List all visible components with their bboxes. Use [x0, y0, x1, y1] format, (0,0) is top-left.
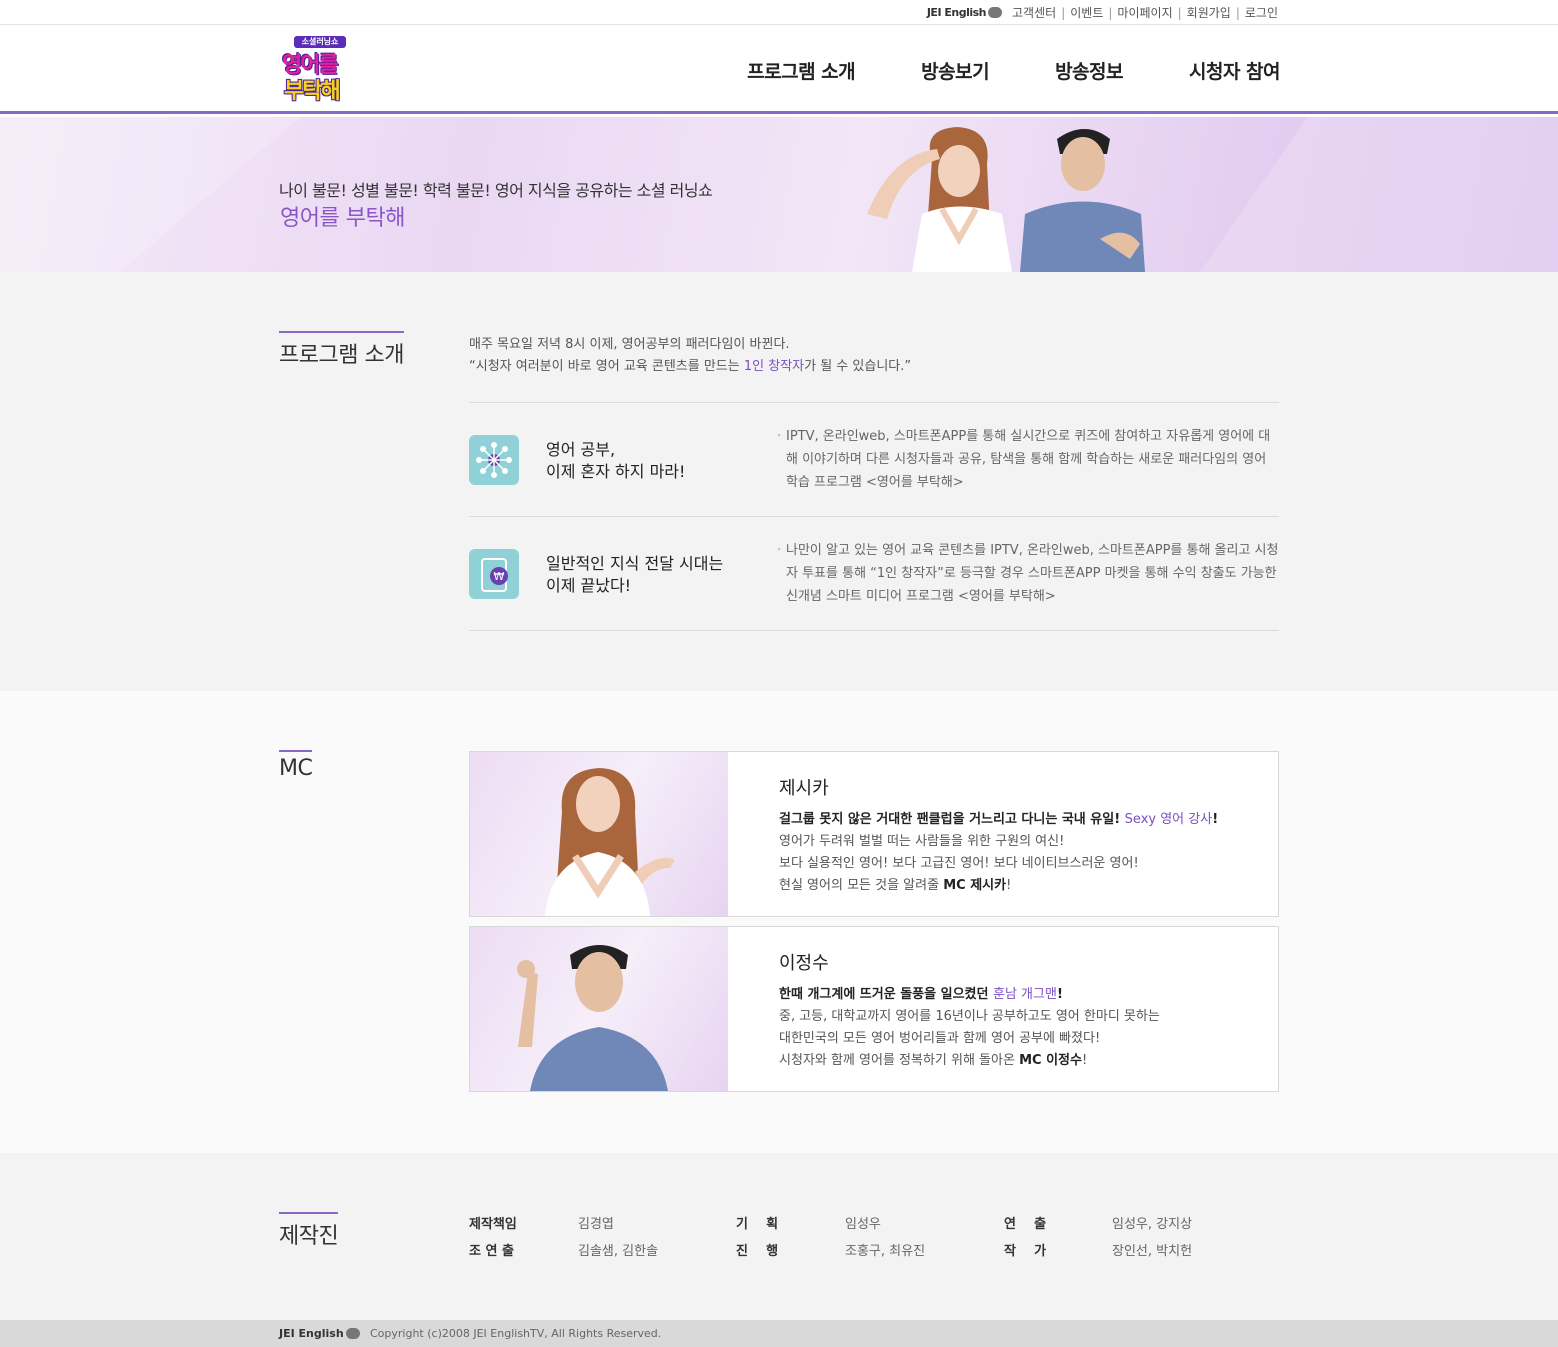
- tablet-won-icon: ₩: [469, 549, 519, 599]
- program-intro-section: 프로그램 소개 매주 목요일 저녁 8시 이제, 영어공부의 패러다임이 바뀐다…: [0, 272, 1558, 691]
- mc-photo-leejungsu: [470, 927, 728, 1091]
- feature-title-2-line1: 일반적인 지식 전달 시대는: [546, 554, 724, 573]
- footer-logo: JEI English: [279, 1327, 360, 1340]
- intro-line2: “시청자 여러분이 바로 영어 교육 콘텐츠를 만드는 1인 창작자가 될 수 …: [469, 355, 911, 374]
- staff-role: 제작책임: [469, 1217, 517, 1232]
- mc-card-leejungsu: 이정수 한때 개그계에 뜨거운 돌풍을 일으켰던 훈남 개그맨! 중, 고등, …: [469, 926, 1279, 1092]
- mc-jessica-line4-post: !: [1006, 878, 1012, 893]
- feature-title-2-line2: 이제 끝났다!: [546, 576, 632, 595]
- mc-jessica-line1: 걸그룹 못지 않은 거대한 팬클럽을 거느리고 다니는 국내 유일! Sexy …: [779, 808, 1218, 827]
- mc-jessica-line4: 현실 영어의 모든 것을 알려줄 MC 제시카!: [779, 874, 1011, 893]
- staff-role: 연 출: [1004, 1217, 1047, 1232]
- intro-line1: 매주 목요일 저녁 8시 이제, 영어공부의 패러다임이 바뀐다.: [469, 337, 790, 352]
- logo-line2: 부탁해: [284, 79, 341, 104]
- util-link-mypage[interactable]: 마이페이지: [1117, 4, 1172, 21]
- feature-desc-2: 나만이 알고 있는 영어 교육 콘텐츠를 IPTV, 온라인web, 스마트폰A…: [777, 539, 1282, 608]
- staff-member: 임성우: [845, 1217, 881, 1232]
- separator: |: [1108, 5, 1113, 20]
- network-icon: [469, 435, 519, 485]
- mc-leejungsu-line1: 한때 개그계에 뜨거운 돌풍을 일으켰던 훈남 개그맨!: [779, 983, 1063, 1002]
- mc-section: MC 제시카 걸그룹 못지 않은 거대한 팬클럽을 거느리고 다니는 국내 유일…: [0, 691, 1558, 1153]
- mc-jessica-line4-pre: 현실 영어의 모든 것을 알려줄: [779, 878, 944, 893]
- intro-highlight: 1인 창작자: [743, 359, 805, 374]
- copyright-text: Copyright (c)2008 JEI EnglishTV, All Rig…: [370, 1327, 662, 1340]
- divider: [469, 516, 1279, 517]
- separator: |: [1061, 5, 1066, 20]
- banner-title: 영어를 부탁해: [280, 206, 405, 231]
- util-link-login[interactable]: 로그인: [1245, 4, 1278, 21]
- staff-member: 조홍구, 최유진: [845, 1244, 926, 1259]
- staff-section: 제작진 제작책임 김경엽 기 획 임성우 연 출 임성우, 강지상 조 연 출 …: [0, 1153, 1558, 1320]
- mc-leejungsu-line1-post: !: [1056, 987, 1063, 1002]
- feature-title-1: 영어 공부, 이제 혼자 하지 마라!: [546, 439, 685, 483]
- feature-desc-1: IPTV, 온라인web, 스마트폰APP를 통해 실시간으로 퀴즈에 참여하고…: [777, 425, 1282, 494]
- svg-text:₩: ₩: [494, 570, 505, 583]
- mc-leejungsu-line3: 대한민국의 모든 영어 벙어리들과 함께 영어 공부에 빠졌다!: [779, 1031, 1101, 1046]
- footer-brand-text: JEI English: [279, 1327, 344, 1340]
- host-female-image: [867, 127, 1012, 272]
- intro-text-pre: “시청자 여러분이 바로 영어 교육 콘텐츠를 만드는: [469, 359, 744, 374]
- jei-brand-text: JEI English: [926, 6, 987, 19]
- staff-role: 조 연 출: [469, 1244, 514, 1259]
- staff-member: 김솔샘, 김한솔: [578, 1244, 659, 1259]
- separator: |: [1177, 5, 1182, 20]
- hero-banner: 나이 불문! 성별 불문! 학력 불문! 영어 지식을 공유하는 소셜 러닝쇼 …: [0, 117, 1558, 272]
- mc-leejungsu-line4-post: !: [1081, 1053, 1088, 1068]
- mc-name-jessica: 제시카: [779, 778, 829, 799]
- mc-leejungsu-line4-bold: MC 이정수: [1019, 1053, 1082, 1068]
- feature-title-2: 일반적인 지식 전달 시대는 이제 끝났다!: [546, 553, 723, 597]
- tv-badge-icon: [988, 7, 1003, 18]
- staff-role: 진 행: [736, 1244, 779, 1259]
- mc-jessica-line2: 영어가 두려워 벌벌 떠는 사람들을 위한 구원의 여신!: [779, 834, 1065, 849]
- mc-leejungsu-line2: 중, 고등, 대학교까지 영어를 16년이나 공부하고도 영어 한마디 못하는: [779, 1009, 1160, 1024]
- host-male-portrait: [517, 945, 668, 1091]
- mc-leejungsu-line4: 시청자와 함께 영어를 정복하기 위해 돌아온 MC 이정수!: [779, 1049, 1087, 1068]
- host-male-image: [1020, 129, 1145, 272]
- mc-jessica-highlight: Sexy 영어 강사: [1124, 812, 1213, 827]
- util-link-customer-center[interactable]: 고객센터: [1012, 4, 1056, 21]
- intro-text-post: 가 될 수 있습니다.”: [804, 359, 912, 374]
- host-female-portrait: [545, 768, 675, 916]
- nav-broadcast-info[interactable]: 방송정보: [1055, 57, 1123, 84]
- mc-card-jessica: 제시카 걸그룹 못지 않은 거대한 팬클럽을 거느리고 다니는 국내 유일! S…: [469, 751, 1279, 917]
- mc-jessica-line3: 보다 실용적인 영어! 보다 고급진 영어! 보다 네이티브스러운 영어!: [779, 856, 1139, 871]
- site-header: 소셜러닝쇼 영어를 부탁해 프로그램 소개 방송보기 방송정보 시청자 참여: [0, 25, 1558, 114]
- section-title-staff: 제작진: [279, 1212, 339, 1250]
- utility-links: JEI English 고객센터 | 이벤트 | 마이페이지 | 회원가입 | …: [927, 4, 1278, 21]
- nav-watch[interactable]: 방송보기: [921, 57, 989, 84]
- section-title-program: 프로그램 소개: [279, 331, 404, 369]
- divider: [469, 402, 1279, 403]
- util-link-event[interactable]: 이벤트: [1070, 4, 1103, 21]
- mc-leejungsu-highlight: 훈남 개그맨: [993, 987, 1057, 1002]
- main-nav: 프로그램 소개 방송보기 방송정보 시청자 참여: [681, 57, 1280, 84]
- nav-viewer-participation[interactable]: 시청자 참여: [1189, 57, 1281, 84]
- staff-member: 장인선, 박치헌: [1112, 1244, 1193, 1259]
- mc-leejungsu-line4-pre: 시청자와 함께 영어를 정복하기 위해 돌아온: [779, 1053, 1020, 1068]
- mc-leejungsu-line1-pre: 한때 개그계에 뜨거운 돌풍을 일으켰던: [779, 987, 993, 1002]
- banner-facet: [0, 117, 300, 272]
- site-footer: JEI English Copyright (c)2008 JEI Englis…: [0, 1320, 1558, 1347]
- jei-english-logo[interactable]: JEI English: [926, 6, 1003, 19]
- feature-title-1-line1: 영어 공부,: [546, 440, 616, 459]
- separator: |: [1235, 5, 1240, 20]
- staff-member: 김경엽: [578, 1217, 614, 1232]
- banner-subtitle: 나이 불문! 성별 불문! 학력 불문! 영어 지식을 공유하는 소셜 러닝쇼: [279, 181, 713, 200]
- mc-name-leejungsu: 이정수: [779, 953, 829, 974]
- tv-badge-icon: [345, 1328, 360, 1339]
- staff-role: 기 획: [736, 1217, 779, 1232]
- banner-facet: [1200, 117, 1558, 272]
- show-logo[interactable]: 소셜러닝쇼 영어를 부탁해: [280, 36, 350, 104]
- mc-photo-jessica: [470, 752, 728, 916]
- utility-bar: JEI English 고객센터 | 이벤트 | 마이페이지 | 회원가입 | …: [0, 0, 1558, 25]
- mc-jessica-line4-bold: MC 제시카: [943, 878, 1007, 893]
- util-link-signup[interactable]: 회원가입: [1187, 4, 1231, 21]
- mc-jessica-line1-post: !: [1212, 812, 1219, 827]
- staff-member: 임성우, 강지상: [1112, 1217, 1193, 1232]
- divider: [469, 630, 1279, 631]
- staff-role: 작 가: [1004, 1244, 1047, 1259]
- section-title-mc: MC: [279, 750, 313, 781]
- feature-title-1-line2: 이제 혼자 하지 마라!: [546, 462, 686, 481]
- nav-program-intro[interactable]: 프로그램 소개: [747, 57, 856, 84]
- mc-jessica-line1-pre: 걸그룹 못지 않은 거대한 팬클럽을 거느리고 다니는 국내 유일!: [779, 812, 1125, 827]
